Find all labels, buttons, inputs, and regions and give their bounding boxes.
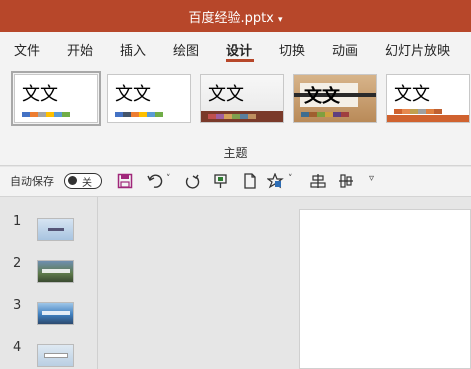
slide-number: 4 bbox=[13, 340, 22, 355]
slide-thumbnail-1[interactable] bbox=[37, 218, 74, 241]
autosave-toggle[interactable]: 关 bbox=[64, 173, 102, 189]
autosave-label: 自动保存 bbox=[10, 175, 54, 188]
undo-icon[interactable] bbox=[146, 173, 164, 189]
tab-insert[interactable]: 插入 bbox=[120, 40, 146, 59]
theme-color-swatches bbox=[22, 112, 70, 117]
undo-dropdown-icon[interactable]: ˅ bbox=[166, 174, 171, 184]
theme-color-swatches bbox=[115, 112, 163, 117]
redo-icon[interactable] bbox=[184, 173, 200, 189]
tab-design[interactable]: 设计 bbox=[226, 40, 252, 59]
themes-group-label: 主题 bbox=[223, 146, 248, 160]
theme-office[interactable]: 文文 bbox=[11, 71, 101, 126]
customize-qat-icon[interactable]: ▿ bbox=[369, 173, 374, 184]
save-icon[interactable] bbox=[117, 173, 133, 189]
document-title: 百度经验.pptx bbox=[188, 11, 274, 26]
slide-number: 1 bbox=[13, 214, 22, 229]
tab-draw[interactable]: 绘图 bbox=[173, 40, 199, 59]
theme-color-swatches bbox=[208, 114, 256, 119]
slide-number: 3 bbox=[13, 298, 22, 313]
theme-sample-text: 文文 bbox=[394, 84, 430, 105]
theme-sample-text: 文文 bbox=[208, 84, 244, 105]
toggle-knob bbox=[68, 176, 77, 185]
toggle-state-label: 关 bbox=[82, 178, 92, 189]
new-document-icon[interactable] bbox=[243, 173, 257, 189]
slide-thumbnail-4[interactable] bbox=[37, 344, 74, 367]
slide-number: 2 bbox=[13, 256, 22, 271]
tab-slideshow[interactable]: 幻灯片放映 bbox=[385, 40, 450, 59]
slide-canvas[interactable] bbox=[299, 209, 471, 369]
shape-star-icon[interactable] bbox=[267, 173, 285, 189]
chevron-down-icon: ▾ bbox=[278, 15, 283, 25]
active-tab-indicator bbox=[226, 59, 254, 62]
theme-office-2[interactable]: 文文 bbox=[107, 74, 191, 123]
title-bar: 百度经验.pptx ▾ bbox=[0, 0, 471, 32]
theme-facet[interactable]: 文文 bbox=[200, 74, 284, 123]
tab-transitions[interactable]: 切换 bbox=[279, 40, 305, 59]
slide-thumbnail-3[interactable] bbox=[37, 302, 74, 325]
theme-sample-text: 文文 bbox=[22, 84, 58, 105]
theme-color-swatches bbox=[394, 109, 442, 114]
slide-thumbnail-2[interactable] bbox=[37, 260, 74, 283]
theme-band bbox=[387, 115, 469, 122]
tab-file[interactable]: 文件 bbox=[14, 40, 40, 59]
window-title[interactable]: 百度经验.pptx ▾ bbox=[0, 7, 471, 26]
theme-sample-text: 文文 bbox=[115, 84, 151, 105]
tab-animations[interactable]: 动画 bbox=[332, 40, 358, 59]
theme-color-swatches bbox=[301, 112, 349, 117]
theme-retrospect[interactable]: 文文 bbox=[386, 74, 470, 123]
tab-home[interactable]: 开始 bbox=[67, 40, 93, 59]
align-icon[interactable] bbox=[310, 173, 326, 189]
presentation-icon[interactable] bbox=[213, 173, 229, 189]
distribute-icon[interactable] bbox=[338, 173, 354, 189]
theme-sample-text: 文文 bbox=[304, 86, 340, 107]
shape-dropdown-icon[interactable]: ˅ bbox=[288, 174, 293, 184]
theme-wood[interactable]: 文文 bbox=[293, 74, 377, 123]
